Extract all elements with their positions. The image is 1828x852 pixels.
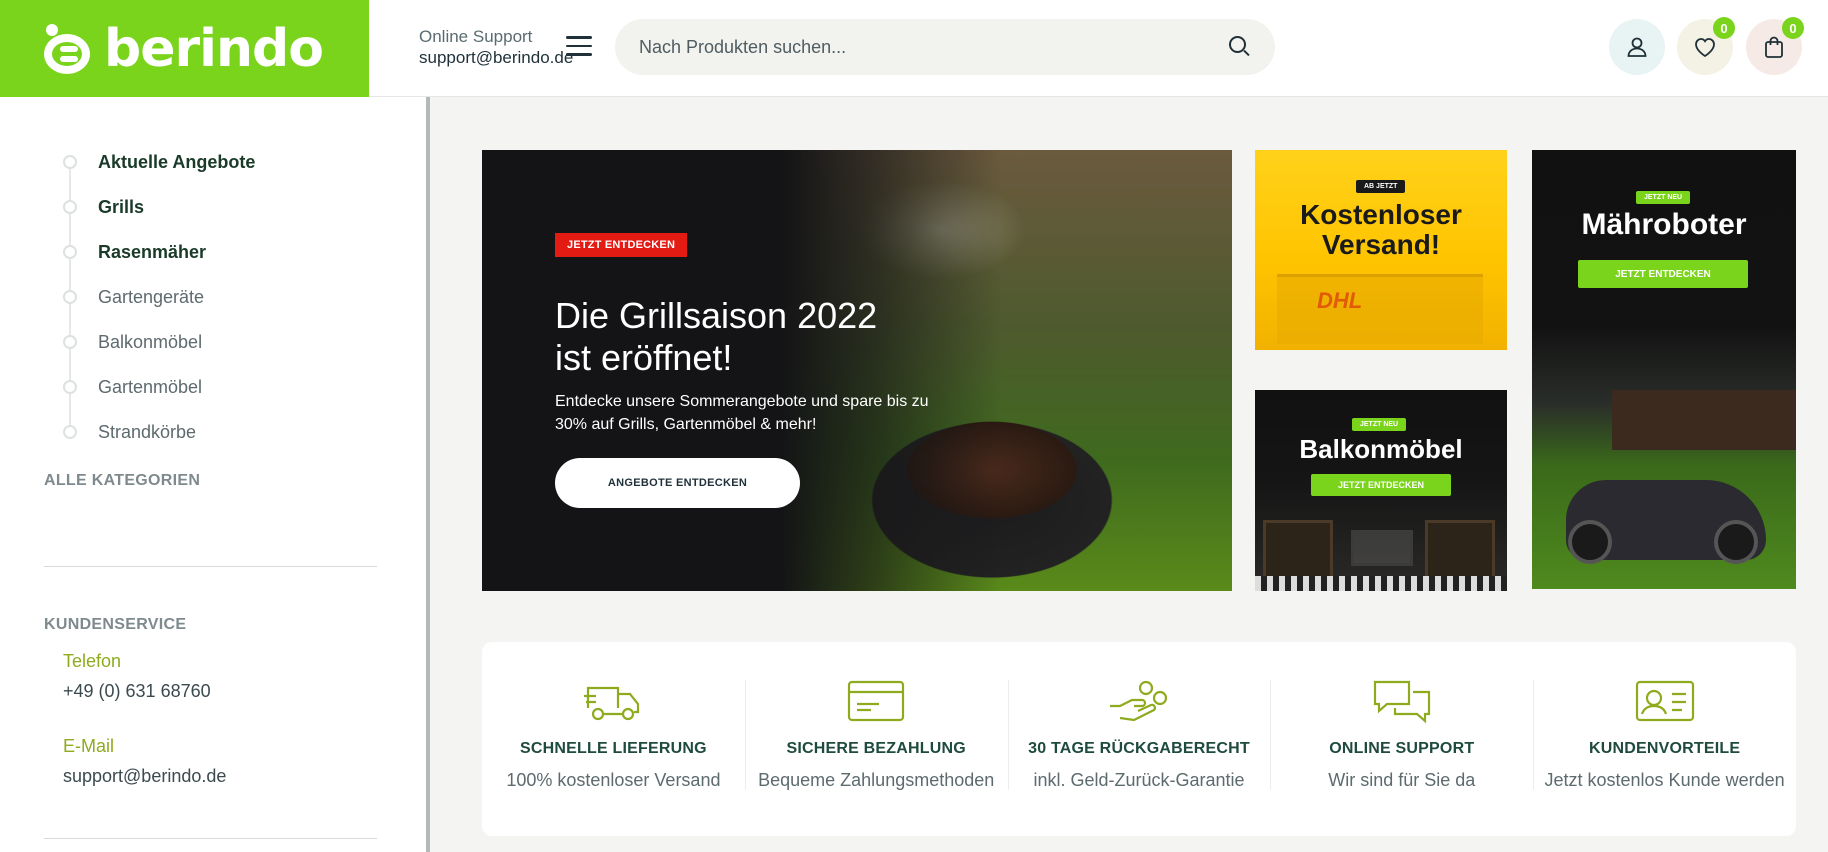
banner-title: Balkonmöbel bbox=[1299, 434, 1463, 464]
feature-subtitle: Wir sind für Sie da bbox=[1328, 770, 1476, 790]
sidebar-item-grills[interactable]: Grills bbox=[63, 195, 144, 219]
wooden-deck-image bbox=[1612, 390, 1796, 450]
money-back-icon bbox=[1109, 680, 1168, 722]
sidebar-item-label: Gartengeräte bbox=[98, 286, 205, 307]
hero-title: Die Grillsaison 2022 ist eröffnet! bbox=[555, 295, 975, 379]
bullet-icon bbox=[63, 335, 77, 349]
feature-item: SICHERE BEZAHLUNG Bequeme Zahlungsmethod… bbox=[744, 642, 1008, 836]
feature-subtitle: Jetzt kostenlos Kunde werden bbox=[1544, 770, 1785, 790]
sidebar-divider bbox=[44, 566, 377, 567]
bullet-icon bbox=[63, 245, 77, 259]
sidebar-item-rasenmaeher[interactable]: Rasenmäher bbox=[63, 240, 206, 264]
banner-free-shipping[interactable]: DHL AB JETZT Kostenloser Versand! bbox=[1255, 150, 1507, 350]
cart-button[interactable]: 0 bbox=[1746, 17, 1804, 75]
email-label: E-Mail bbox=[63, 736, 115, 756]
sidebar-item-balkonmoebel[interactable]: Balkonmöbel bbox=[63, 330, 202, 354]
member-card-icon bbox=[1635, 680, 1694, 722]
sidebar-item-label: Balkonmöbel bbox=[98, 331, 203, 352]
wishlist-count-badge: 0 bbox=[1713, 17, 1735, 39]
bullet-icon bbox=[63, 425, 77, 439]
banner-cta-button[interactable]: JETZT ENTDECKEN bbox=[1311, 474, 1451, 496]
feature-subtitle: Bequeme Zahlungsmethoden bbox=[758, 770, 995, 790]
user-icon bbox=[1627, 37, 1647, 57]
shopping-bag-icon bbox=[1765, 36, 1783, 58]
banner-title: Kostenloser Versand! bbox=[1300, 199, 1462, 260]
chair-image bbox=[1263, 520, 1333, 580]
feature-title: SICHERE BEZAHLUNG bbox=[786, 740, 966, 757]
feature-subtitle: inkl. Geld-Zurück-Garantie bbox=[1033, 770, 1245, 790]
hero-subtitle: Entdecke unsere Sommerangebote und spare… bbox=[555, 393, 929, 433]
phone-label: Telefon bbox=[63, 651, 122, 671]
customer-service-heading: KUNDENSERVICE bbox=[44, 616, 187, 633]
banner-cta-button[interactable]: JETZT ENTDECKEN bbox=[1578, 260, 1748, 288]
hero-cta-button[interactable]: ANGEBOTE ENTDECKEN bbox=[555, 458, 800, 508]
email-address[interactable]: support@berindo.de bbox=[63, 766, 226, 787]
banner-balkonmoebel[interactable]: JETZT NEU Balkonmöbel JETZT ENTDECKEN bbox=[1255, 390, 1507, 591]
hero-banner[interactable]: JETZT ENTDECKEN Die Grillsaison 2022 ist… bbox=[482, 150, 1232, 591]
phone-number[interactable]: +49 (0) 631 68760 bbox=[63, 681, 211, 702]
logo-mark-icon bbox=[42, 20, 100, 78]
cart-count-badge: 0 bbox=[1782, 17, 1804, 39]
banner-chip: JETZT NEU bbox=[1636, 191, 1691, 204]
feature-item: 30 TAGE RÜCKGABERECHT inkl. Geld-Zurück-… bbox=[1007, 642, 1271, 836]
sidebar-item-strandkoerbe[interactable]: Strandkörbe bbox=[63, 420, 196, 444]
features-bar: SCHNELLE LIEFERUNG 100% kostenloser Vers… bbox=[482, 642, 1796, 836]
sidebar-item-label: Strandkörbe bbox=[98, 421, 197, 442]
logo-text: berindo bbox=[104, 18, 324, 79]
bullet-icon bbox=[63, 155, 77, 169]
banner-maehroboter[interactable]: JETZT NEU Mähroboter JETZT ENTDECKEN bbox=[1532, 150, 1796, 589]
sidebar: Aktuelle Angebote Grills Rasenmäher Gart… bbox=[0, 97, 430, 852]
sidebar-divider bbox=[44, 838, 377, 839]
hero-title-line1: Die Grillsaison 2022 bbox=[555, 295, 878, 336]
sidebar-item-aktuelle-angebote[interactable]: Aktuelle Angebote bbox=[63, 150, 255, 174]
sidebar-item-label: Grills bbox=[98, 196, 145, 217]
search-icon[interactable] bbox=[1229, 36, 1251, 58]
feature-title: SCHNELLE LIEFERUNG bbox=[520, 740, 707, 757]
hero-tag: JETZT ENTDECKEN bbox=[555, 233, 688, 257]
chair-image bbox=[1425, 520, 1495, 580]
hero-title-line2: ist eröffnet! bbox=[555, 337, 733, 378]
sidebar-item-label: Gartenmöbel bbox=[98, 376, 203, 397]
hamburger-menu-icon[interactable] bbox=[566, 36, 592, 56]
search-bar bbox=[615, 19, 1275, 75]
wishlist-button[interactable]: 0 bbox=[1677, 17, 1735, 75]
feature-title: ONLINE SUPPORT bbox=[1329, 740, 1475, 757]
search-input[interactable] bbox=[639, 36, 1229, 58]
sidebar-item-label: Aktuelle Angebote bbox=[98, 151, 256, 172]
feature-item: ONLINE SUPPORT Wir sind für Sie da bbox=[1270, 642, 1533, 836]
banner-chip: AB JETZT bbox=[1356, 180, 1406, 193]
feature-title: KUNDENVORTEILE bbox=[1588, 740, 1741, 757]
bullet-icon bbox=[63, 380, 77, 394]
support-email[interactable]: support@berindo.de bbox=[419, 47, 573, 68]
delivery-truck-icon bbox=[584, 686, 640, 721]
credit-card-icon bbox=[848, 680, 905, 722]
bullet-icon bbox=[63, 290, 77, 304]
account-button[interactable] bbox=[1609, 19, 1665, 75]
support-label: Online Support bbox=[419, 27, 533, 46]
bullet-icon bbox=[63, 200, 77, 214]
delivery-truck-image bbox=[1277, 274, 1483, 344]
online-support-info: Online Support support@berindo.de bbox=[419, 26, 573, 68]
feature-title: 30 TAGE RÜCKGABERECHT bbox=[1028, 740, 1250, 757]
all-categories-link[interactable]: ALLE KATEGORIEN bbox=[44, 472, 200, 490]
sidebar-item-label: Rasenmäher bbox=[98, 241, 207, 262]
dhl-logo: DHL bbox=[1317, 288, 1363, 313]
banner-chip: JETZT NEU bbox=[1352, 418, 1407, 431]
table-image bbox=[1351, 530, 1413, 566]
sidebar-item-gartengeraete[interactable]: Gartengeräte bbox=[63, 285, 204, 309]
chat-bubbles-icon bbox=[1373, 680, 1430, 724]
banner-title: Mähroboter bbox=[1581, 208, 1747, 241]
sidebar-item-gartenmoebel[interactable]: Gartenmöbel bbox=[63, 375, 202, 399]
feature-item: KUNDENVORTEILE Jetzt kostenlos Kunde wer… bbox=[1533, 642, 1796, 836]
feature-item: SCHNELLE LIEFERUNG 100% kostenloser Vers… bbox=[482, 642, 745, 836]
feature-subtitle: 100% kostenloser Versand bbox=[506, 770, 721, 790]
site-logo[interactable]: berindo bbox=[0, 0, 369, 97]
heart-icon bbox=[1695, 38, 1715, 58]
site-header: berindo Online Support support@berindo.d… bbox=[0, 0, 1828, 97]
